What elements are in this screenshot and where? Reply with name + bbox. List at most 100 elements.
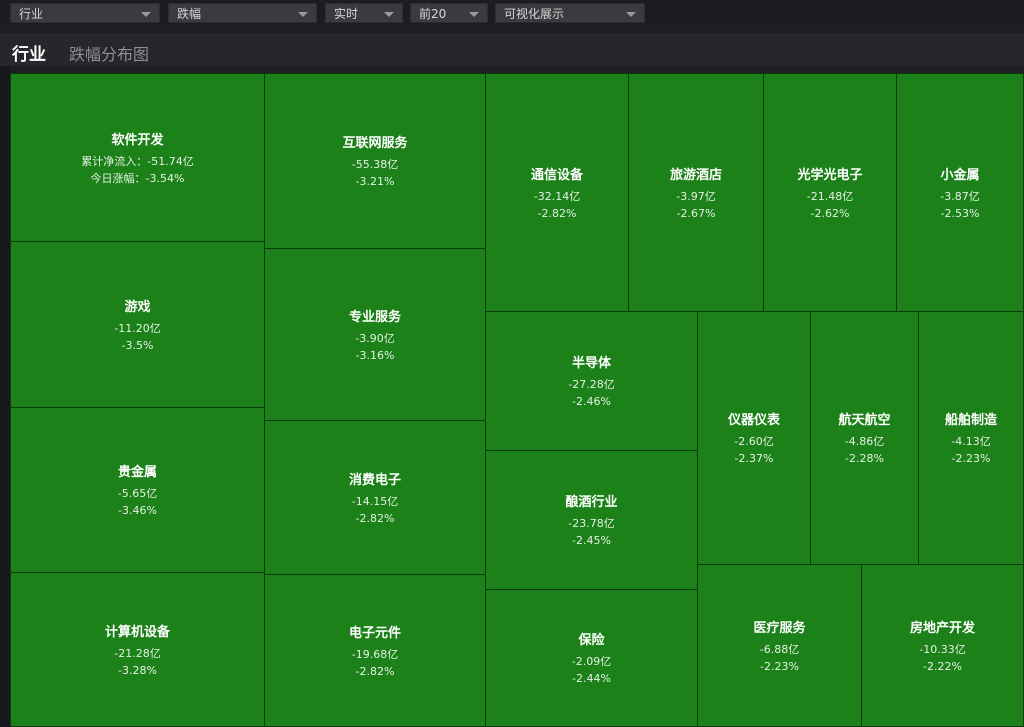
cell-pct: -2.82% (355, 664, 395, 678)
cell-name: 消费电子 (348, 472, 401, 488)
cell-flow: -19.68亿 (351, 647, 399, 661)
cell-pct: -3.5% (121, 338, 154, 352)
treemap-cell-telecom-equipment[interactable]: 通信设备 -32.14亿 -2.82% (485, 73, 629, 312)
cell-name: 半导体 (571, 356, 611, 371)
cell-flow: -6.88亿 (759, 642, 800, 656)
cell-name: 旅游酒店 (669, 167, 722, 183)
category-select-value: 行业 (19, 7, 44, 21)
cell-pct: -3.46% (118, 504, 157, 517)
filter-toolbar: 行业 跌幅 实时 前20 可视化展示 (0, 0, 1024, 28)
cell-flow: -5.65亿 (117, 487, 158, 500)
cell-name: 小金属 (940, 167, 980, 183)
cell-flow: -2.60亿 (734, 435, 774, 448)
chevron-down-icon (141, 12, 151, 17)
metric-select-value: 跌幅 (177, 7, 202, 21)
chevron-down-icon (384, 12, 394, 17)
left-gutter (0, 66, 10, 727)
change-label: 今日涨幅： (90, 171, 146, 185)
tab-bar: 行业 跌幅分布图 (0, 33, 1024, 66)
view-select-value: 可视化展示 (504, 7, 565, 21)
cell-flow: -2.09亿 (571, 655, 612, 668)
cell-pct: -3.21% (355, 175, 395, 188)
cell-pct: -3.28% (118, 663, 157, 677)
treemap-cell-real-estate[interactable]: 房地产开发 -10.33亿 -2.22% (861, 564, 1024, 727)
treemap-cell-shipbuilding[interactable]: 船舶制造 -4.13亿 -2.23% (918, 311, 1024, 565)
cell-flow: -32.14亿 (533, 189, 581, 203)
cell-pct: -2.67% (676, 206, 716, 220)
cell-pct: -2.23% (760, 659, 799, 673)
treemap-cell-internet-services[interactable]: 互联网服务 -55.38亿 -3.21% (264, 73, 486, 249)
cell-flow: -55.38亿 (351, 158, 399, 171)
cell-flow: -14.15亿 (351, 494, 399, 508)
chevron-down-icon (626, 12, 636, 17)
metric-select[interactable]: 跌幅 (168, 3, 317, 23)
top-select[interactable]: 前20 (410, 3, 488, 23)
time-select-value: 实时 (334, 7, 359, 21)
category-select[interactable]: 行业 (10, 3, 160, 23)
cell-name: 保险 (578, 633, 605, 648)
treemap-cell-semiconductors[interactable]: 半导体 -27.28亿 -2.46% (485, 311, 698, 451)
treemap-cell-consumer-electronics[interactable]: 消费电子 -14.15亿 -2.82% (264, 420, 486, 575)
cell-pct: -2.46% (572, 395, 611, 408)
view-select[interactable]: 可视化展示 (495, 3, 645, 23)
cell-pct: -2.82% (537, 206, 577, 220)
cell-name: 通信设备 (530, 167, 583, 183)
cell-pct: -2.44% (572, 672, 611, 685)
chevron-down-icon (469, 12, 479, 17)
treemap-cell-computer-equipment[interactable]: 计算机设备 -21.28亿 -3.28% (10, 572, 265, 727)
cell-flow: -10.33亿 (919, 642, 966, 656)
treemap-cell-medical-services[interactable]: 医疗服务 -6.88亿 -2.23% (697, 564, 862, 727)
cell-flow: -4.13亿 (951, 435, 991, 448)
cell-pct: -2.45% (572, 534, 611, 547)
cell-flow: -27.28亿 (568, 378, 615, 391)
treemap-cell-professional-services[interactable]: 专业服务 -3.90亿 -3.16% (264, 248, 486, 421)
cell-name: 软件开发 (111, 132, 164, 148)
treemap-cell-minor-metals[interactable]: 小金属 -3.87亿 -2.53% (896, 73, 1024, 312)
cell-pct: -3.54% (145, 171, 185, 185)
treemap-cell-tourism-hotels[interactable]: 旅游酒店 -3.97亿 -2.67% (628, 73, 764, 312)
cell-name: 仪器仪表 (727, 413, 780, 428)
cell-name: 电子元件 (348, 625, 401, 641)
cell-flow: -4.86亿 (844, 435, 885, 448)
cell-flow: -21.28亿 (114, 646, 161, 660)
treemap-cell-games[interactable]: 游戏 -11.20亿 -3.5% (10, 241, 265, 408)
treemap-cell-precious-metals[interactable]: 贵金属 -5.65亿 -3.46% (10, 407, 265, 573)
cell-flow: -3.90亿 (355, 331, 395, 345)
cell-pct: -2.28% (845, 452, 884, 465)
cell-flow: -23.78亿 (568, 517, 615, 530)
cell-name: 游戏 (124, 299, 151, 315)
cell-flow: -21.48亿 (806, 189, 854, 203)
net-inflow-label: 累计净流入： (81, 154, 148, 168)
cell-flow: -51.74亿 (147, 154, 194, 168)
treemap-cell-electronic-components[interactable]: 电子元件 -19.68亿 -2.82% (264, 574, 486, 727)
cell-flow: -3.97亿 (676, 189, 716, 203)
cell-pct: -2.82% (355, 511, 395, 525)
treemap-cell-liquor[interactable]: 酿酒行业 -23.78亿 -2.45% (485, 450, 698, 590)
cell-name: 互联网服务 (342, 136, 408, 151)
tab-industry[interactable]: 行业 (12, 40, 46, 65)
cell-name: 贵金属 (117, 465, 157, 480)
cell-pct: -2.23% (951, 452, 991, 465)
cell-pct: -2.22% (923, 659, 962, 673)
cell-name: 光学光电子 (797, 167, 863, 183)
cell-pct: -2.53% (940, 206, 980, 220)
time-select[interactable]: 实时 (325, 3, 403, 23)
treemap-cell-insurance[interactable]: 保险 -2.09亿 -2.44% (485, 589, 698, 727)
treemap-cell-instruments[interactable]: 仪器仪表 -2.60亿 -2.37% (697, 311, 811, 565)
cell-name: 船舶制造 (944, 413, 997, 428)
chevron-down-icon (298, 12, 308, 17)
cell-pct: -2.37% (734, 452, 774, 465)
cell-name: 房地产开发 (909, 620, 975, 636)
cell-flow: -3.87亿 (940, 189, 980, 203)
treemap-cell-software[interactable]: 软件开发 累计净流入：-51.74亿 今日涨幅：-3.54% (10, 73, 265, 242)
cell-pct: -2.62% (810, 206, 850, 220)
treemap-cell-optoelectronics[interactable]: 光学光电子 -21.48亿 -2.62% (763, 73, 897, 312)
tab-decline-distribution[interactable]: 跌幅分布图 (69, 41, 149, 65)
industry-treemap: 软件开发 累计净流入：-51.74亿 今日涨幅：-3.54% 游戏 -11.20… (10, 73, 1024, 727)
cell-pct: -3.16% (355, 348, 395, 362)
top-select-value: 前20 (419, 7, 447, 21)
cell-name: 专业服务 (348, 309, 401, 325)
cell-flow-line: 累计净流入：-51.74亿 (81, 153, 193, 170)
treemap-cell-aerospace[interactable]: 航天航空 -4.86亿 -2.28% (810, 311, 919, 565)
cell-flow: -11.20亿 (114, 321, 161, 335)
